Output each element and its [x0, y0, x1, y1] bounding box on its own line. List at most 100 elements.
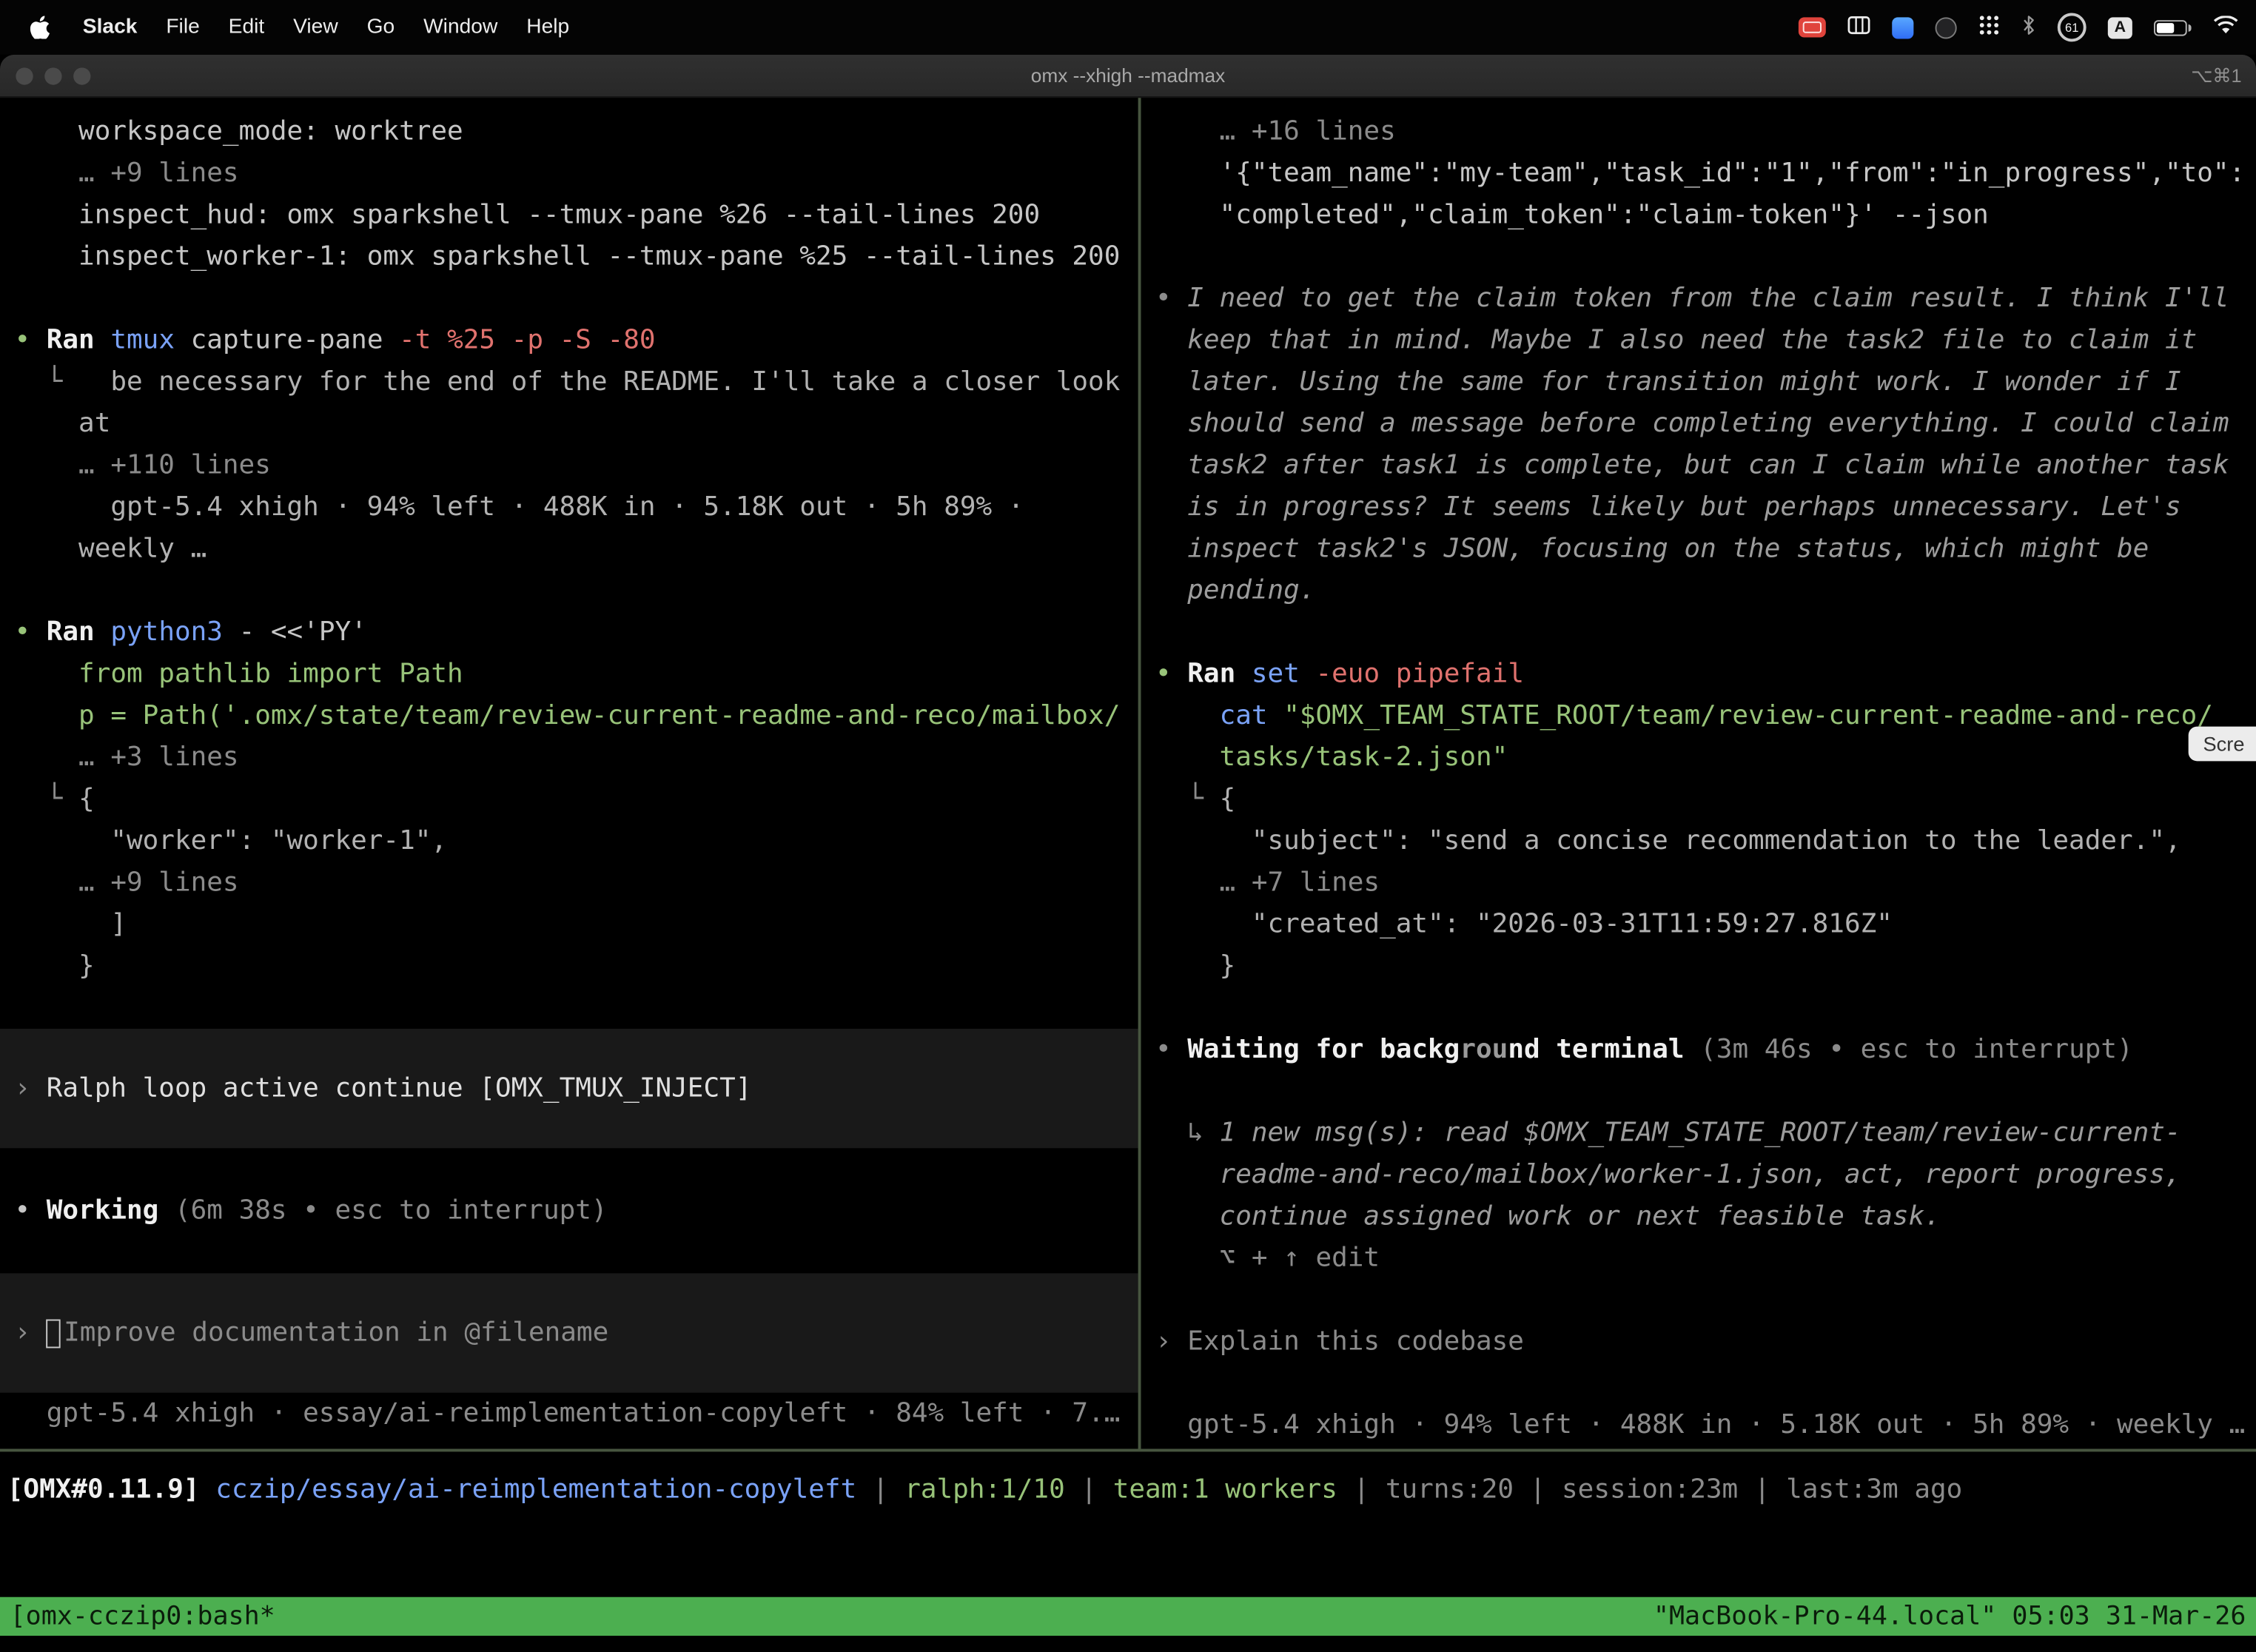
text-segment: ›: [14, 1318, 46, 1349]
text-segment: Ran: [1187, 659, 1252, 689]
text-segment: be necessary for the end of the README. …: [110, 367, 1120, 397]
dots-grid-icon[interactable]: [1978, 13, 2000, 41]
terminal-line: … +9 lines: [0, 862, 1138, 903]
blue-app-icon[interactable]: [1892, 16, 1913, 38]
thinking-paragraph: • I need to get the claim token from the…: [1141, 278, 2256, 319]
terminal-line: readme-and-reco/mailbox/worker-1.json, a…: [1141, 1154, 2256, 1195]
dark-app-icon[interactable]: [1936, 16, 1957, 38]
terminal-line: [1141, 611, 2256, 653]
text-segment: turns:20: [1386, 1474, 1514, 1505]
terminal-line: continue assigned work or next feasible …: [1141, 1195, 2256, 1237]
terminal-line: task2 after task1 is complete, but can I…: [1141, 445, 2256, 486]
text-segment: Working: [47, 1195, 175, 1226]
window-title-bar[interactable]: omx --xhigh --madmax ⌥⌘1: [0, 55, 2256, 98]
terminal-line: gpt-5.4 xhigh · 94% left · 488K in · 5.1…: [0, 486, 1138, 528]
text-segment: gpt-5.4 xhigh · 94% left · 488K in · 5.1…: [14, 492, 1024, 523]
terminal-line: [0, 278, 1138, 319]
bottom-gap: [0, 1636, 2256, 1651]
text-segment: -t %25 -p -S -80: [399, 325, 655, 355]
text-segment: •: [14, 325, 46, 355]
apple-menu-icon[interactable]: [17, 16, 62, 39]
input-source-icon[interactable]: A: [2108, 16, 2132, 38]
battery-icon[interactable]: [2154, 19, 2187, 35]
terminal-line: [1141, 1070, 2256, 1112]
text-segment: gpt-5.4 xhigh · essay/ai-reimplementatio…: [14, 1398, 1120, 1428]
text-segment: at: [14, 409, 110, 439]
menu-item-window[interactable]: Window: [409, 16, 512, 38]
battery-percentage-icon[interactable]: 61: [2058, 13, 2087, 41]
composer-input[interactable]: › Improve documentation in @filename: [0, 1273, 1138, 1392]
text-segment: tasks/task-2.json": [1155, 742, 1508, 773]
text-segment: p = Path('.omx/state/team/review-current…: [14, 701, 1120, 731]
menu-app-name[interactable]: Slack: [68, 16, 152, 38]
menu-item-edit[interactable]: Edit: [214, 16, 278, 38]
text-segment: |: [1514, 1474, 1562, 1505]
text-segment: python3: [110, 617, 223, 648]
command-ran-python: • Ran python3 - <<'PY': [0, 611, 1138, 653]
text-segment: … +9 lines: [14, 158, 238, 189]
terminal-line: inspect_hud: omx sparkshell --tmux-pane …: [0, 194, 1138, 235]
traffic-lights: [0, 67, 90, 84]
text-segment: tmux: [110, 325, 175, 355]
text-segment: •: [1155, 659, 1187, 689]
tmux-panes: workspace_mode: worktree … +9 lines insp…: [0, 98, 2256, 1448]
minimize-button[interactable]: [44, 67, 61, 84]
menu-item-view[interactable]: View: [279, 16, 352, 38]
text-segment: set: [1252, 659, 1300, 689]
terminal-line: └ {: [1141, 779, 2256, 820]
text-segment: [1155, 701, 1220, 731]
text-segment: Ran: [47, 617, 111, 648]
bluetooth-icon[interactable]: [2021, 13, 2035, 41]
text-segment: inspect task2's JSON, focusing on the st…: [1155, 534, 2149, 564]
menu-item-file[interactable]: File: [152, 16, 214, 38]
text-segment: ›: [1155, 1326, 1187, 1357]
terminal-line: [1141, 1279, 2256, 1320]
terminal-line: }: [0, 945, 1138, 987]
pane-left[interactable]: workspace_mode: worktree … +9 lines insp…: [0, 98, 1138, 1448]
text-segment: I need to get the claim token from the c…: [1187, 283, 2229, 314]
command-ran-tmux-capture: • Ran tmux capture-pane -t %25 -p -S -80: [0, 320, 1138, 361]
menu-item-help[interactable]: Help: [512, 16, 584, 38]
menu-item-go[interactable]: Go: [352, 16, 409, 38]
text-segment: from pathlib import Path: [14, 659, 463, 689]
command-ran-set-pipefail: • Ran set -euo pipefail: [1141, 654, 2256, 695]
terminal-line: [0, 570, 1138, 611]
text-segment: •: [14, 1195, 46, 1226]
screen: Slack File Edit View Go Window Help 61 A: [0, 0, 2256, 1652]
wifi-icon[interactable]: [2213, 15, 2239, 39]
text-segment: gpt-5.4 xhigh · 94% left · 488K in · 5.1…: [1155, 1410, 2245, 1440]
text-segment: session:23m: [1562, 1474, 1738, 1505]
text-segment: |: [1738, 1474, 1786, 1505]
zoom-button[interactable]: [73, 67, 90, 84]
text-segment: inspect_hud: omx sparkshell --tmux-pane …: [14, 200, 1040, 230]
text-segment: └: [14, 784, 78, 814]
text-segment: is in progress? It seems likely but perh…: [1155, 492, 2181, 523]
terminal-line: workspace_mode: worktree: [0, 111, 1138, 152]
text-segment: … +16 lines: [1155, 116, 1396, 147]
text-segment: cczip/essay/ai-reimplementation-copyleft: [215, 1474, 856, 1505]
text-segment: continue assigned work or next feasible …: [1155, 1201, 1941, 1232]
close-button[interactable]: [16, 67, 33, 84]
pane-right[interactable]: … +16 lines '{"team_name":"my-team","tas…: [1141, 98, 2256, 1448]
injected-prompt-bar[interactable]: › Ralph loop active continue [OMX_TMUX_I…: [0, 1029, 1138, 1148]
omx-hud-status-line: [OMX#0.11.9] cczip/essay/ai-reimplementa…: [0, 1469, 2256, 1511]
text-segment: "completed","claim_token":"claim-token"}…: [1155, 200, 1989, 230]
working-status: • Working (6m 38s • esc to interrupt): [0, 1190, 1138, 1232]
text-segment: readme-and-reco/mailbox/worker-1.json, a…: [1155, 1160, 2181, 1190]
text-segment: Explain this codebase: [1187, 1326, 1524, 1357]
terminal-line: cat "$OMX_TEAM_STATE_ROOT/team/review-cu…: [1141, 695, 2256, 736]
text-segment: (6m 38s • esc to interrupt): [175, 1195, 608, 1226]
text-segment: should send a message before completing …: [1155, 409, 2229, 439]
text-segment: … +9 lines: [14, 867, 238, 898]
text-segment: └: [1155, 784, 1220, 814]
text-segment: inspect_worker-1: omx sparkshell --tmux-…: [14, 242, 1120, 272]
text-segment: "subject": "send a concise recommendatio…: [1155, 826, 2181, 856]
window-shortcut-hint: ⌥⌘1: [2191, 64, 2241, 87]
screen-tooltip: Scre: [2189, 727, 2256, 762]
text-segment: Ralph loop active continue [OMX_TMUX_INJ…: [47, 1073, 752, 1104]
screen-recording-indicator-icon[interactable]: [1799, 17, 1826, 37]
terminal-line: is in progress? It seems likely but perh…: [1141, 486, 2256, 528]
grid-window-icon[interactable]: [1847, 15, 1870, 39]
terminal-line: }: [1141, 945, 2256, 987]
tmux-host-clock: "MacBook-Pro-44.local" 05:03 31-Mar-26: [1654, 1602, 2246, 1632]
